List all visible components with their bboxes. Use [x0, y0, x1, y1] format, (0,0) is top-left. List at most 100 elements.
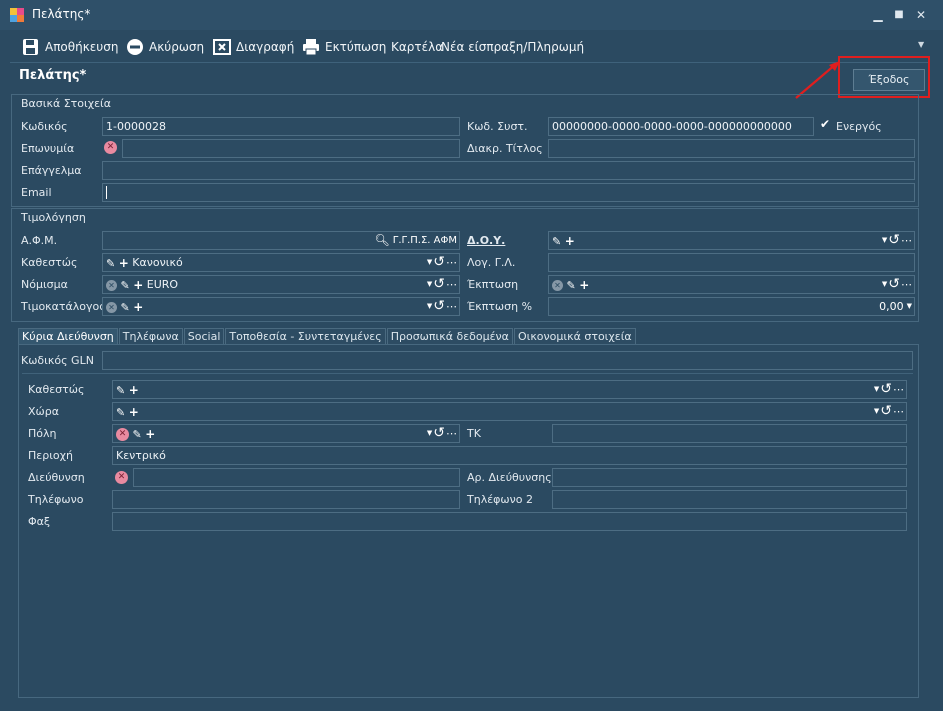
- more-icon[interactable]: ⋯: [893, 381, 904, 398]
- phone2-field[interactable]: [552, 490, 907, 509]
- card-button[interactable]: Καρτέλα: [391, 36, 443, 58]
- street-field[interactable]: [133, 468, 460, 487]
- chevron-down-icon[interactable]: ▼: [427, 276, 432, 293]
- city-label: Πόλη: [28, 427, 57, 440]
- phone-field[interactable]: [112, 490, 460, 509]
- edit-icon[interactable]: ✎: [106, 255, 115, 272]
- add-icon[interactable]: +: [129, 382, 139, 399]
- fax-field[interactable]: [112, 512, 907, 531]
- chevron-down-icon[interactable]: ▼: [882, 232, 887, 249]
- street-clear-icon[interactable]: ✕: [115, 470, 128, 484]
- chevron-down-icon[interactable]: ▼: [427, 254, 432, 271]
- afm-field[interactable]: 🔍︎ Γ.Γ.Π.Σ. ΑΦΜ: [102, 231, 460, 250]
- doy-label[interactable]: Δ.Ο.Υ.: [467, 234, 505, 247]
- pricelist-field[interactable]: ✕ ✎ + ▼ ↺ ⋯: [102, 297, 460, 316]
- maximize-icon[interactable]: ■: [892, 8, 906, 22]
- title-field[interactable]: [548, 139, 915, 158]
- toolbar-overflow-icon[interactable]: ▼: [918, 40, 924, 49]
- edit-icon[interactable]: ✎: [116, 382, 125, 399]
- print-label: Εκτύπωση: [325, 40, 387, 54]
- more-icon[interactable]: ⋯: [901, 276, 912, 293]
- minimize-icon[interactable]: ▁: [871, 8, 885, 22]
- profession-field[interactable]: [102, 161, 915, 180]
- printer-icon: [302, 38, 320, 56]
- edit-icon[interactable]: ✎: [133, 426, 142, 443]
- city-field[interactable]: ✕ ✎ + ▼ ↺ ⋯: [112, 424, 460, 443]
- more-icon[interactable]: ⋯: [446, 254, 457, 271]
- add-icon[interactable]: +: [129, 404, 139, 421]
- more-icon[interactable]: ⋯: [446, 298, 457, 315]
- print-button[interactable]: Εκτύπωση: [302, 36, 386, 58]
- reset-icon[interactable]: ↺: [433, 425, 445, 442]
- tab-main-address[interactable]: Κύρια Διεύθυνση: [18, 328, 118, 345]
- page-title: Πελάτης*: [19, 68, 87, 83]
- clear-icon[interactable]: ✕: [106, 279, 117, 291]
- tab-financial[interactable]: Οικονομικά στοιχεία: [513, 328, 636, 345]
- edit-icon[interactable]: ✎: [116, 404, 125, 421]
- afm-search-button[interactable]: 🔍︎ Γ.Γ.Π.Σ. ΑΦΜ: [375, 232, 457, 249]
- add-icon[interactable]: +: [133, 299, 143, 316]
- edit-icon[interactable]: ✎: [567, 277, 576, 294]
- discount-field[interactable]: ✕ ✎ + ▼ ↺ ⋯: [548, 275, 915, 294]
- more-icon[interactable]: ⋯: [446, 425, 457, 442]
- edit-icon[interactable]: ✎: [121, 299, 130, 316]
- street-number-field[interactable]: [552, 468, 907, 487]
- chevron-down-icon[interactable]: ▼: [427, 425, 432, 442]
- reset-icon[interactable]: ↺: [433, 276, 445, 293]
- email-field[interactable]: [102, 183, 915, 202]
- country-field[interactable]: ✎ + ▼ ↺ ⋯: [112, 402, 907, 421]
- cancel-button[interactable]: Ακύρωση: [126, 36, 204, 58]
- currency-field[interactable]: ✕ ✎ + EURO ▼ ↺ ⋯: [102, 275, 460, 294]
- status-field[interactable]: ✎ + Κανονικό ▼ ↺ ⋯: [102, 253, 460, 272]
- chevron-down-icon[interactable]: ▼: [907, 298, 912, 315]
- doy-field[interactable]: ✎ + ▼ ↺ ⋯: [548, 231, 915, 250]
- new-receipt-button[interactable]: Νέα είσπραξη/Πληρωμή: [441, 36, 584, 58]
- tab-location[interactable]: Τοποθεσία - Συντεταγμένες: [225, 328, 386, 345]
- code-field[interactable]: 1-0000028: [102, 117, 460, 136]
- tab-personal-data[interactable]: Προσωπικά δεδομένα: [386, 328, 513, 345]
- card-label: Καρτέλα: [391, 40, 444, 54]
- edit-icon[interactable]: ✎: [552, 233, 561, 250]
- delete-button[interactable]: Διαγραφή: [213, 36, 294, 58]
- reset-icon[interactable]: ↺: [888, 232, 900, 249]
- tab-social[interactable]: Social: [183, 328, 225, 345]
- chevron-down-icon[interactable]: ▼: [882, 276, 887, 293]
- reset-icon[interactable]: ↺: [880, 381, 892, 398]
- more-icon[interactable]: ⋯: [893, 403, 904, 420]
- ledger-field[interactable]: [548, 253, 915, 272]
- active-checkbox[interactable]: ✔: [820, 117, 831, 131]
- gln-field[interactable]: [102, 351, 913, 370]
- clear-icon[interactable]: ✕: [552, 279, 563, 291]
- reset-icon[interactable]: ↺: [880, 403, 892, 420]
- addr-status-field[interactable]: ✎ + ▼ ↺ ⋯: [112, 380, 907, 399]
- syscode-field[interactable]: 00000000-0000-0000-0000-000000000000: [548, 117, 814, 136]
- edit-icon[interactable]: ✎: [121, 277, 130, 294]
- add-icon[interactable]: +: [145, 426, 155, 443]
- more-icon[interactable]: ⋯: [901, 232, 912, 249]
- surname-field[interactable]: [122, 139, 460, 158]
- surname-clear-icon[interactable]: ✕: [104, 140, 117, 154]
- tk-field[interactable]: [552, 424, 907, 443]
- chevron-down-icon[interactable]: ▼: [427, 298, 432, 315]
- chevron-down-icon[interactable]: ▼: [874, 381, 879, 398]
- clear-icon[interactable]: ✕: [106, 301, 117, 313]
- chevron-down-icon[interactable]: ▼: [874, 403, 879, 420]
- street-label: Διεύθυνση: [28, 471, 85, 484]
- reset-icon[interactable]: ↺: [888, 276, 900, 293]
- discount-pct-value: 0,00: [879, 300, 904, 313]
- discount-pct-field[interactable]: 0,00 ▼: [548, 297, 915, 316]
- code-label: Κωδικός: [21, 120, 68, 133]
- clear-icon[interactable]: ✕: [116, 427, 129, 441]
- close-icon[interactable]: ✕: [914, 8, 928, 22]
- more-icon[interactable]: ⋯: [446, 276, 457, 293]
- add-icon[interactable]: +: [119, 255, 129, 272]
- save-button[interactable]: Αποθήκευση: [22, 36, 118, 58]
- reset-icon[interactable]: ↺: [433, 298, 445, 315]
- syscode-label: Κωδ. Συστ.: [467, 120, 528, 133]
- tab-phones[interactable]: Τηλέφωνα: [118, 328, 183, 345]
- add-icon[interactable]: +: [579, 277, 589, 294]
- add-icon[interactable]: +: [565, 233, 575, 250]
- add-icon[interactable]: +: [133, 277, 143, 294]
- area-field[interactable]: Κεντρικό: [112, 446, 907, 465]
- reset-icon[interactable]: ↺: [433, 254, 445, 271]
